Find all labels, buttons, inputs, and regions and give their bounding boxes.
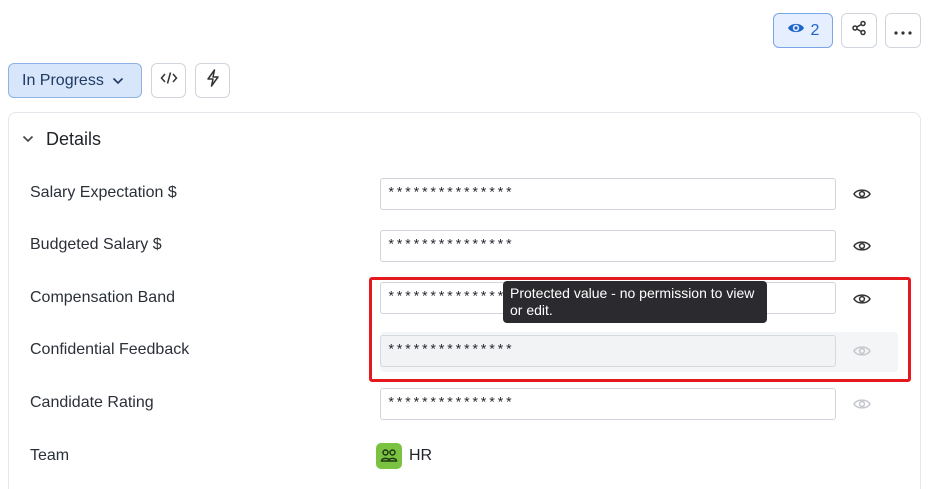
reveal-budgeted-salary-button[interactable] (850, 236, 874, 260)
more-icon (894, 22, 912, 40)
code-icon (160, 71, 178, 90)
reveal-salary-expectation-button[interactable] (850, 184, 874, 208)
eye-icon (853, 239, 871, 257)
status-label: In Progress (22, 71, 104, 89)
bolt-icon (206, 69, 220, 92)
field-label-candidate-rating: Candidate Rating (30, 394, 154, 411)
candidate-rating-field[interactable]: *************** (380, 388, 836, 420)
chevron-down-icon (112, 72, 124, 90)
team-value[interactable]: HR (409, 447, 432, 465)
budgeted-salary-field[interactable]: *************** (380, 230, 836, 262)
eye-icon (853, 187, 871, 205)
field-label-team: Team (30, 447, 70, 464)
watchers-count: 2 (810, 21, 820, 39)
automation-button[interactable] (195, 63, 230, 98)
field-label-compensation-band: Compensation Band (30, 289, 175, 306)
eye-icon (787, 21, 805, 40)
field-label-confidential-feedback: Confidential Feedback (30, 341, 190, 358)
section-title: Details (46, 128, 102, 149)
highlight-annotation-box (369, 277, 911, 382)
more-options-button[interactable] (885, 13, 921, 48)
share-button[interactable] (841, 13, 877, 48)
field-label-budgeted-salary: Budgeted Salary $ (30, 236, 162, 253)
team-icon (376, 443, 402, 469)
chevron-down-icon (22, 130, 34, 148)
eye-icon (853, 397, 871, 415)
watchers-button[interactable]: 2 (773, 13, 833, 48)
salary-expectation-field[interactable]: *************** (380, 178, 836, 210)
field-label-salary-expectation: Salary Expectation $ (30, 184, 177, 201)
code-button[interactable] (151, 63, 186, 98)
reveal-candidate-rating-button-disabled (850, 394, 874, 418)
share-icon (851, 20, 867, 41)
details-section-toggle[interactable]: Details (22, 127, 101, 151)
status-dropdown[interactable]: In Progress (8, 63, 142, 98)
